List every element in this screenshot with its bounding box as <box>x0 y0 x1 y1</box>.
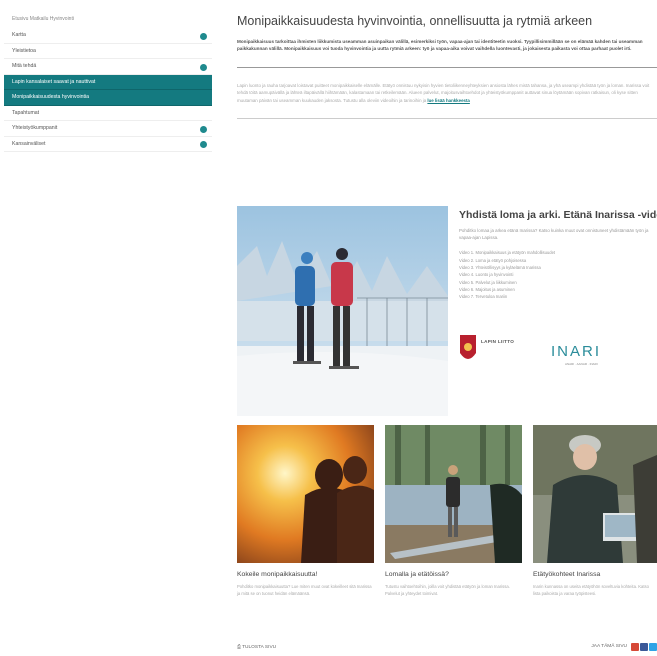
expand-icon[interactable] <box>200 63 207 71</box>
inari-logo-subtitle: ANARI · AANAR · INARI <box>565 362 598 366</box>
sidebar-item-label: Mitä tehdä <box>12 63 37 69</box>
card-try-multilocality[interactable]: Kokeile monipaikkaisuutta! Pohditko moni… <box>237 425 374 597</box>
expand-icon[interactable] <box>200 125 207 133</box>
video-link[interactable]: Video 6. Majoitus ja asuminen <box>459 286 657 293</box>
sidebar-item-general[interactable]: Yleistietoa <box>4 44 212 59</box>
sidebar-item-label: Lapin kansalaiset saavat ja nauttivat <box>12 78 96 85</box>
google-share-icon[interactable] <box>631 643 639 651</box>
card-description: Tutustu vaihtoehtoihin, joilla voit yhdi… <box>385 584 510 597</box>
lapin-liitto-logo: LAPIN LIITTO <box>481 339 515 344</box>
video-link[interactable]: Video 3. Yhteisöllisyys ja kyläelämä Ina… <box>459 264 657 271</box>
sidebar-item-events[interactable]: Tapahtumat <box>4 106 212 121</box>
sidebar-item-partners[interactable]: Yhteistyökumppanit <box>4 121 212 137</box>
remote-worker-image <box>533 425 657 563</box>
card-remote-work-spots[interactable]: Etätyökohteet Inarissa Inarin kunnassa o… <box>533 425 657 597</box>
body-paragraph: Lapin luonto ja rauha tarjoavat loistava… <box>237 82 657 105</box>
share-buttons <box>630 643 657 653</box>
divider <box>237 118 657 120</box>
breadcrumb[interactable]: Etusivu Matkailu Hyvinvointi <box>4 14 212 28</box>
share-label: JAA TÄMÄ SIVU <box>591 644 627 649</box>
video-feature: Yhdistä loma ja arki. Etänä Inarissa -vi… <box>459 209 657 300</box>
printer-icon: ⎙ <box>237 645 241 650</box>
sidebar-item-activities[interactable]: Mitä tehdä <box>4 59 212 75</box>
sidebar-item-label: Monipaikkaisuudesta hyvinvointia <box>12 94 89 100</box>
partner-logos: LAPIN LIITTO INARI ANARI · AANAR · INARI <box>459 333 657 373</box>
sidebar-item-label: Tapahtumat <box>12 109 40 116</box>
sidebar-item-map[interactable]: Kartta <box>4 28 212 44</box>
sidebar-item-international[interactable]: Kansainväliset <box>4 137 212 152</box>
divider <box>237 66 657 68</box>
sidebar-item-label: Yhteistyökumppanit <box>12 125 58 131</box>
video-link[interactable]: Video 1. Monipaikkaisuus ja etätyön mahd… <box>459 249 657 256</box>
main-content: Monipaikkaisuudesta hyvinvointia, onnell… <box>237 14 657 120</box>
feature-title: Yhdistä loma ja arki. Etänä Inarissa -vi… <box>459 209 657 221</box>
sidebar-item-label: Kartta <box>12 32 26 38</box>
lake-canoe-image <box>385 425 522 563</box>
sidebar-item-label: Yleistietoa <box>12 47 36 54</box>
print-page-link[interactable]: ⎙ TULOSTA SIVU <box>237 644 276 650</box>
video-link[interactable]: Video 7. Tervetuloa Inariin <box>459 293 657 300</box>
feature-description: Pohditko lomaa ja arkea etänä Inarissa? … <box>459 228 649 241</box>
page-title: Monipaikkaisuudesta hyvinvointia, onnell… <box>237 14 593 28</box>
sidebar-item-multilocality[interactable]: Monipaikkaisuudesta hyvinvointia <box>4 90 212 106</box>
lapland-crest-icon <box>460 335 476 359</box>
inari-logo: INARI <box>551 343 602 360</box>
sidebar-item-residents[interactable]: Lapin kansalaiset saavat ja nauttivat <box>4 74 212 90</box>
video-link[interactable]: Video 4. Luonto ja hyvinvointi <box>459 271 657 278</box>
card-holiday-remote[interactable]: Lomalla ja etätöissä? Tutustu vaihtoehto… <box>385 425 522 597</box>
facebook-share-icon[interactable] <box>640 643 648 651</box>
card-title[interactable]: Etätyökohteet Inarissa <box>533 571 657 578</box>
video-link[interactable]: Video 5. Palvelut ja liikkuminen <box>459 279 657 286</box>
video-list: Video 1. Monipaikkaisuus ja etätyön mahd… <box>459 249 657 300</box>
card-description: Inarin kunnassa on useita etätyöhön sove… <box>533 584 649 597</box>
skiers-image <box>237 206 448 416</box>
page-footer: ⎙ TULOSTA SIVU JAA TÄMÄ SIVU <box>237 643 657 654</box>
intro-paragraph: Monipaikkaisuus tarkoittaa ihmisten liik… <box>237 39 643 52</box>
card-title[interactable]: Kokeile monipaikkaisuutta! <box>237 571 374 578</box>
sunset-image <box>237 425 374 563</box>
print-label: TULOSTA SIVU <box>242 645 277 650</box>
card-description: Pohditko monipaikkaisuutta? Lue miten mu… <box>237 584 372 597</box>
project-link[interactable]: lue lisää hankkeesta <box>427 98 469 103</box>
expand-icon[interactable] <box>200 32 207 40</box>
expand-icon[interactable] <box>200 141 207 148</box>
sidebar-nav: Etusivu Matkailu Hyvinvointi Kartta Ylei… <box>4 14 212 152</box>
sidebar-item-label: Kansainväliset <box>12 140 46 147</box>
card-title[interactable]: Lomalla ja etätöissä? <box>385 571 522 578</box>
twitter-share-icon[interactable] <box>649 643 657 651</box>
video-link[interactable]: Video 2. Loma ja etätyö pohjoisessa <box>459 257 657 264</box>
